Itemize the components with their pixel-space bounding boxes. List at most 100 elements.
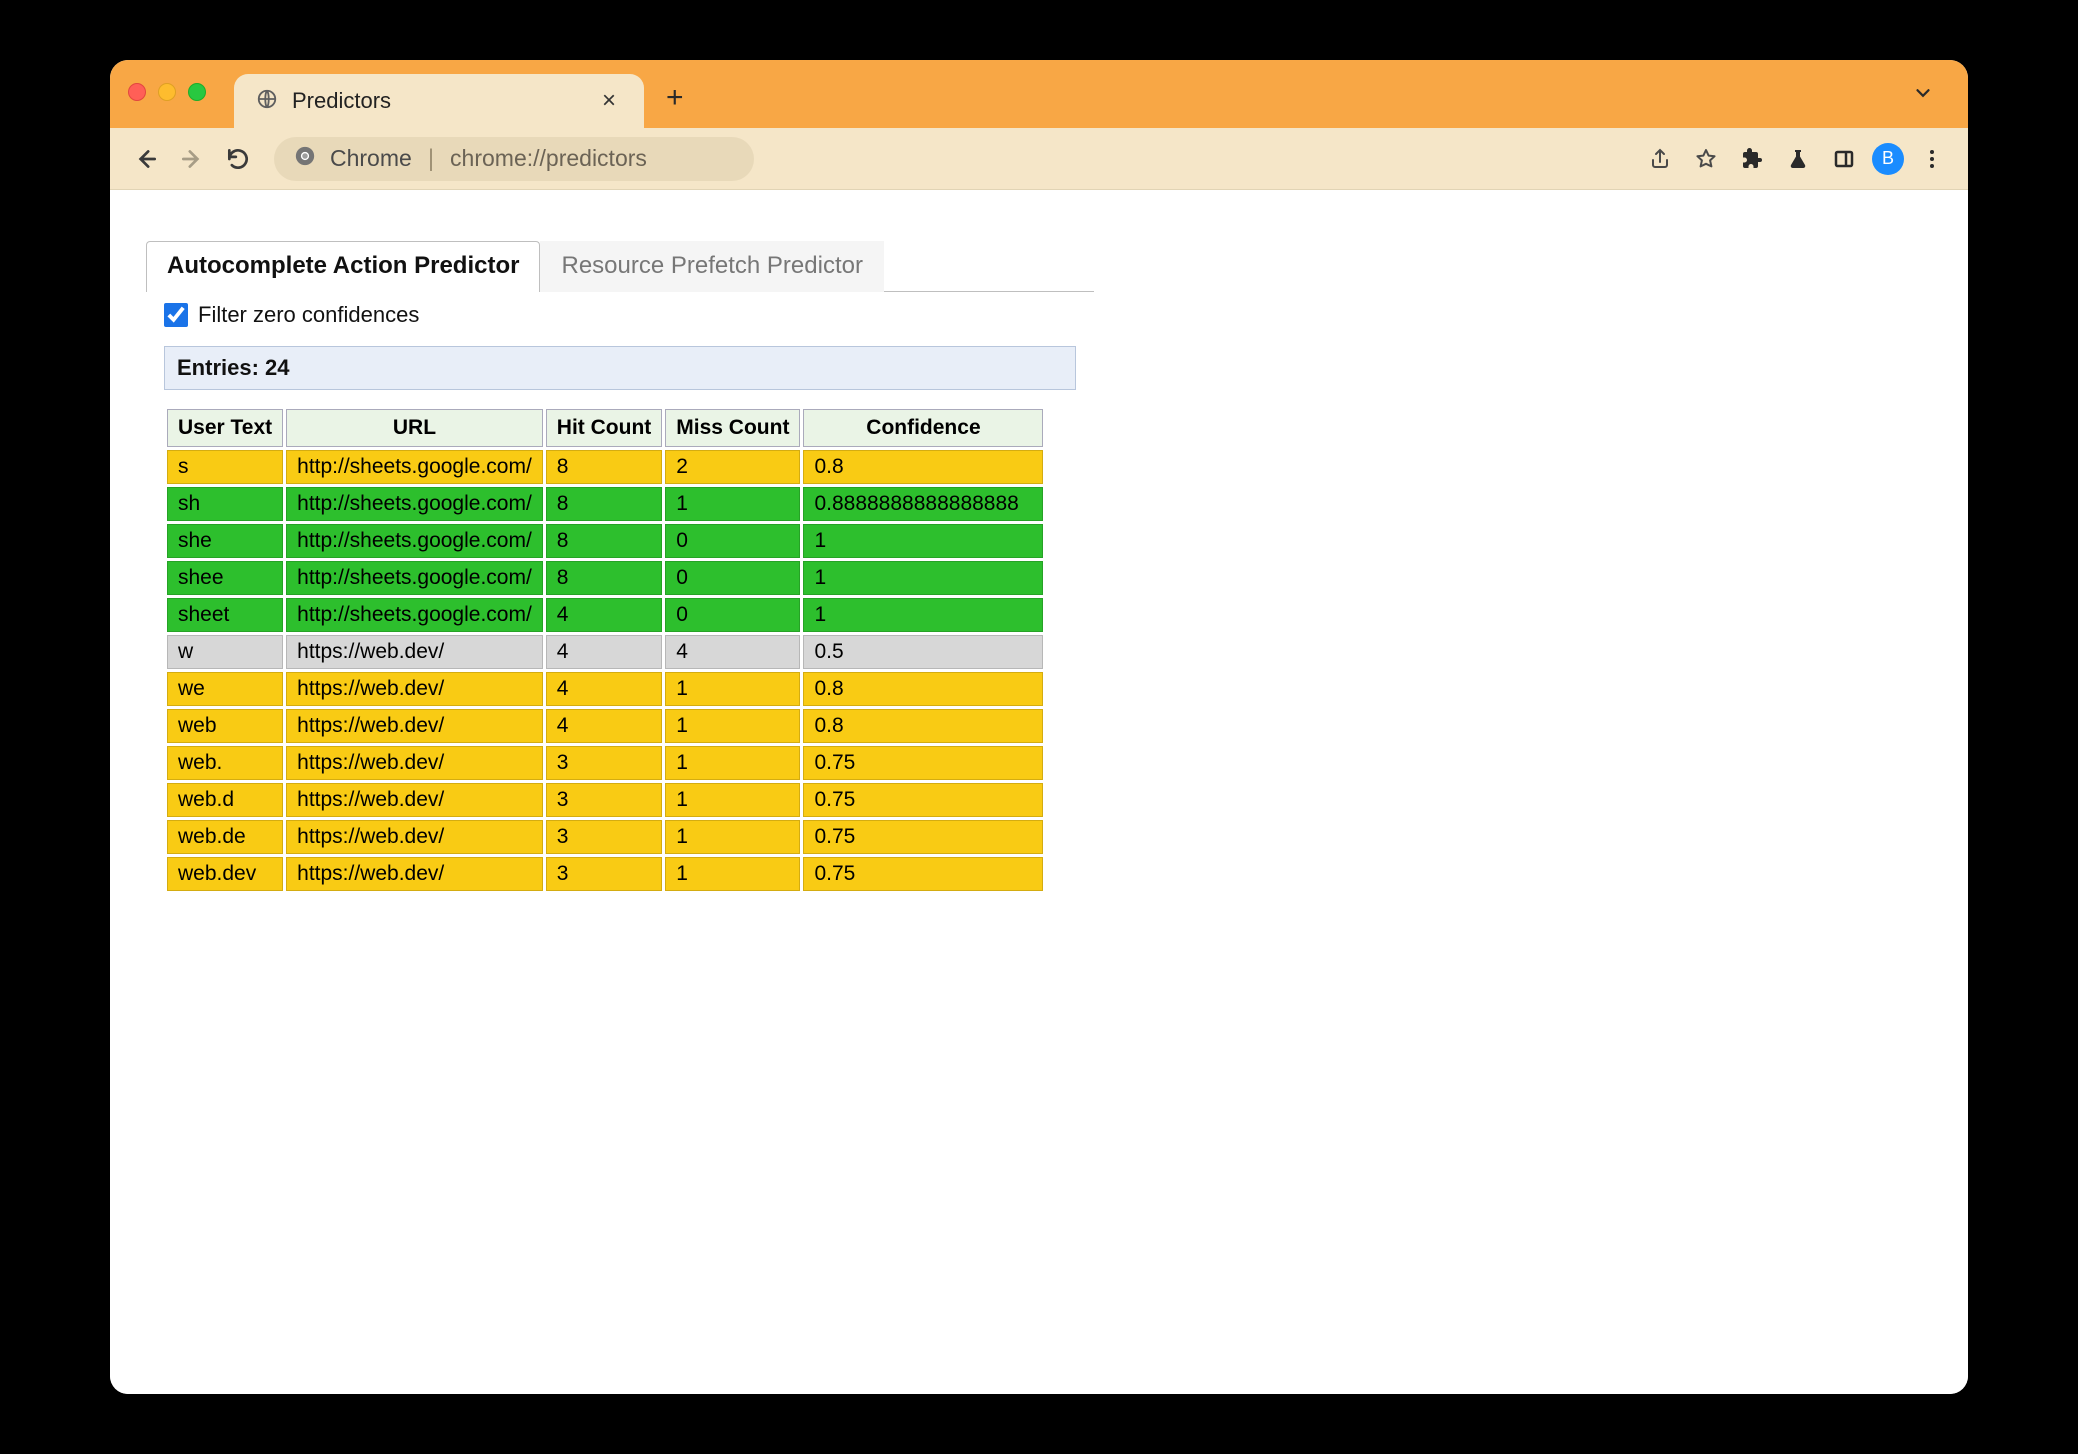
tab-title: Predictors bbox=[292, 88, 582, 114]
cell-hit: 8 bbox=[546, 561, 662, 595]
cell-miss: 4 bbox=[665, 635, 800, 669]
reload-button[interactable] bbox=[220, 141, 256, 177]
minimize-window-button[interactable] bbox=[158, 83, 176, 101]
cell-hit: 3 bbox=[546, 820, 662, 854]
th-url[interactable]: URL bbox=[286, 409, 543, 447]
cell-conf: 0.75 bbox=[803, 820, 1043, 854]
cell-miss: 1 bbox=[665, 487, 800, 521]
cell-hit: 8 bbox=[546, 524, 662, 558]
cell-hit: 4 bbox=[546, 635, 662, 669]
cell-hit: 4 bbox=[546, 709, 662, 743]
cell-url: https://web.dev/ bbox=[286, 857, 543, 891]
titlebar: Predictors × + bbox=[110, 60, 1968, 128]
cell-conf: 1 bbox=[803, 524, 1043, 558]
table-row: webhttps://web.dev/410.8 bbox=[167, 709, 1043, 743]
forward-button[interactable] bbox=[174, 141, 210, 177]
table-row: web.dehttps://web.dev/310.75 bbox=[167, 820, 1043, 854]
kebab-menu-icon[interactable] bbox=[1914, 141, 1950, 177]
cell-user_text: sh bbox=[167, 487, 283, 521]
table-row: web.dhttps://web.dev/310.75 bbox=[167, 783, 1043, 817]
cell-conf: 1 bbox=[803, 598, 1043, 632]
omnibox-separator: | bbox=[428, 145, 434, 173]
profile-avatar[interactable]: B bbox=[1872, 143, 1904, 175]
cell-miss: 0 bbox=[665, 561, 800, 595]
entries-count: Entries: 24 bbox=[164, 346, 1076, 390]
table-row: sheehttp://sheets.google.com/801 bbox=[167, 561, 1043, 595]
omnibox-url: chrome://predictors bbox=[450, 145, 647, 172]
cell-miss: 1 bbox=[665, 857, 800, 891]
tab-search-button[interactable] bbox=[1912, 82, 1934, 109]
cell-conf: 0.8 bbox=[803, 450, 1043, 484]
cell-miss: 2 bbox=[665, 450, 800, 484]
cell-user_text: s bbox=[167, 450, 283, 484]
cell-hit: 4 bbox=[546, 598, 662, 632]
cell-url: https://web.dev/ bbox=[286, 709, 543, 743]
cell-user_text: web.dev bbox=[167, 857, 283, 891]
table-row: whttps://web.dev/440.5 bbox=[167, 635, 1043, 669]
cell-user_text: she bbox=[167, 524, 283, 558]
browser-tab[interactable]: Predictors × bbox=[234, 74, 644, 128]
cell-miss: 1 bbox=[665, 709, 800, 743]
omnibox[interactable]: Chrome | chrome://predictors bbox=[274, 137, 754, 181]
extensions-icon[interactable] bbox=[1734, 141, 1770, 177]
th-miss-count[interactable]: Miss Count bbox=[665, 409, 800, 447]
tab-resource-prefetch-predictor[interactable]: Resource Prefetch Predictor bbox=[540, 241, 883, 292]
back-button[interactable] bbox=[128, 141, 164, 177]
th-confidence[interactable]: Confidence bbox=[803, 409, 1043, 447]
cell-user_text: web.d bbox=[167, 783, 283, 817]
omnibox-label: Chrome bbox=[330, 145, 412, 172]
browser-window: Predictors × + Chrome | chrome://predict… bbox=[110, 60, 1968, 1394]
th-hit-count[interactable]: Hit Count bbox=[546, 409, 662, 447]
new-tab-button[interactable]: + bbox=[666, 81, 684, 115]
cell-url: http://sheets.google.com/ bbox=[286, 487, 543, 521]
cell-hit: 3 bbox=[546, 746, 662, 780]
cell-url: http://sheets.google.com/ bbox=[286, 598, 543, 632]
filter-label: Filter zero confidences bbox=[198, 302, 419, 328]
th-user-text[interactable]: User Text bbox=[167, 409, 283, 447]
cell-conf: 0.8 bbox=[803, 709, 1043, 743]
cell-url: https://web.dev/ bbox=[286, 820, 543, 854]
cell-user_text: sheet bbox=[167, 598, 283, 632]
globe-icon bbox=[256, 88, 278, 115]
cell-conf: 0.8888888888888888 bbox=[803, 487, 1043, 521]
close-window-button[interactable] bbox=[128, 83, 146, 101]
labs-icon[interactable] bbox=[1780, 141, 1816, 177]
table-row: wehttps://web.dev/410.8 bbox=[167, 672, 1043, 706]
cell-user_text: shee bbox=[167, 561, 283, 595]
table-row: shttp://sheets.google.com/820.8 bbox=[167, 450, 1043, 484]
bookmark-star-icon[interactable] bbox=[1688, 141, 1724, 177]
cell-conf: 0.75 bbox=[803, 746, 1043, 780]
avatar-letter: B bbox=[1882, 148, 1894, 169]
table-row: web.https://web.dev/310.75 bbox=[167, 746, 1043, 780]
table-header-row: User Text URL Hit Count Miss Count Confi… bbox=[167, 409, 1043, 447]
tab-autocomplete-predictor[interactable]: Autocomplete Action Predictor bbox=[146, 241, 540, 292]
close-tab-button[interactable]: × bbox=[596, 87, 622, 115]
cell-conf: 0.8 bbox=[803, 672, 1043, 706]
table-row: web.devhttps://web.dev/310.75 bbox=[167, 857, 1043, 891]
page-content: Autocomplete Action Predictor Resource P… bbox=[110, 190, 1968, 1394]
predictor-table: User Text URL Hit Count Miss Count Confi… bbox=[164, 406, 1046, 894]
cell-url: http://sheets.google.com/ bbox=[286, 524, 543, 558]
cell-conf: 0.75 bbox=[803, 857, 1043, 891]
filter-zero-confidences-checkbox[interactable] bbox=[164, 303, 188, 327]
chrome-icon bbox=[294, 145, 316, 172]
table-row: shhttp://sheets.google.com/810.888888888… bbox=[167, 487, 1043, 521]
traffic-lights bbox=[128, 83, 206, 101]
cell-url: http://sheets.google.com/ bbox=[286, 561, 543, 595]
toolbar: Chrome | chrome://predictors B bbox=[110, 128, 1968, 190]
cell-hit: 4 bbox=[546, 672, 662, 706]
side-panel-icon[interactable] bbox=[1826, 141, 1862, 177]
cell-user_text: we bbox=[167, 672, 283, 706]
maximize-window-button[interactable] bbox=[188, 83, 206, 101]
cell-conf: 0.75 bbox=[803, 783, 1043, 817]
cell-conf: 1 bbox=[803, 561, 1043, 595]
cell-user_text: w bbox=[167, 635, 283, 669]
cell-miss: 1 bbox=[665, 820, 800, 854]
cell-miss: 0 bbox=[665, 524, 800, 558]
cell-url: http://sheets.google.com/ bbox=[286, 450, 543, 484]
cell-hit: 3 bbox=[546, 857, 662, 891]
cell-hit: 8 bbox=[546, 450, 662, 484]
cell-conf: 0.5 bbox=[803, 635, 1043, 669]
cell-url: https://web.dev/ bbox=[286, 746, 543, 780]
share-icon[interactable] bbox=[1642, 141, 1678, 177]
